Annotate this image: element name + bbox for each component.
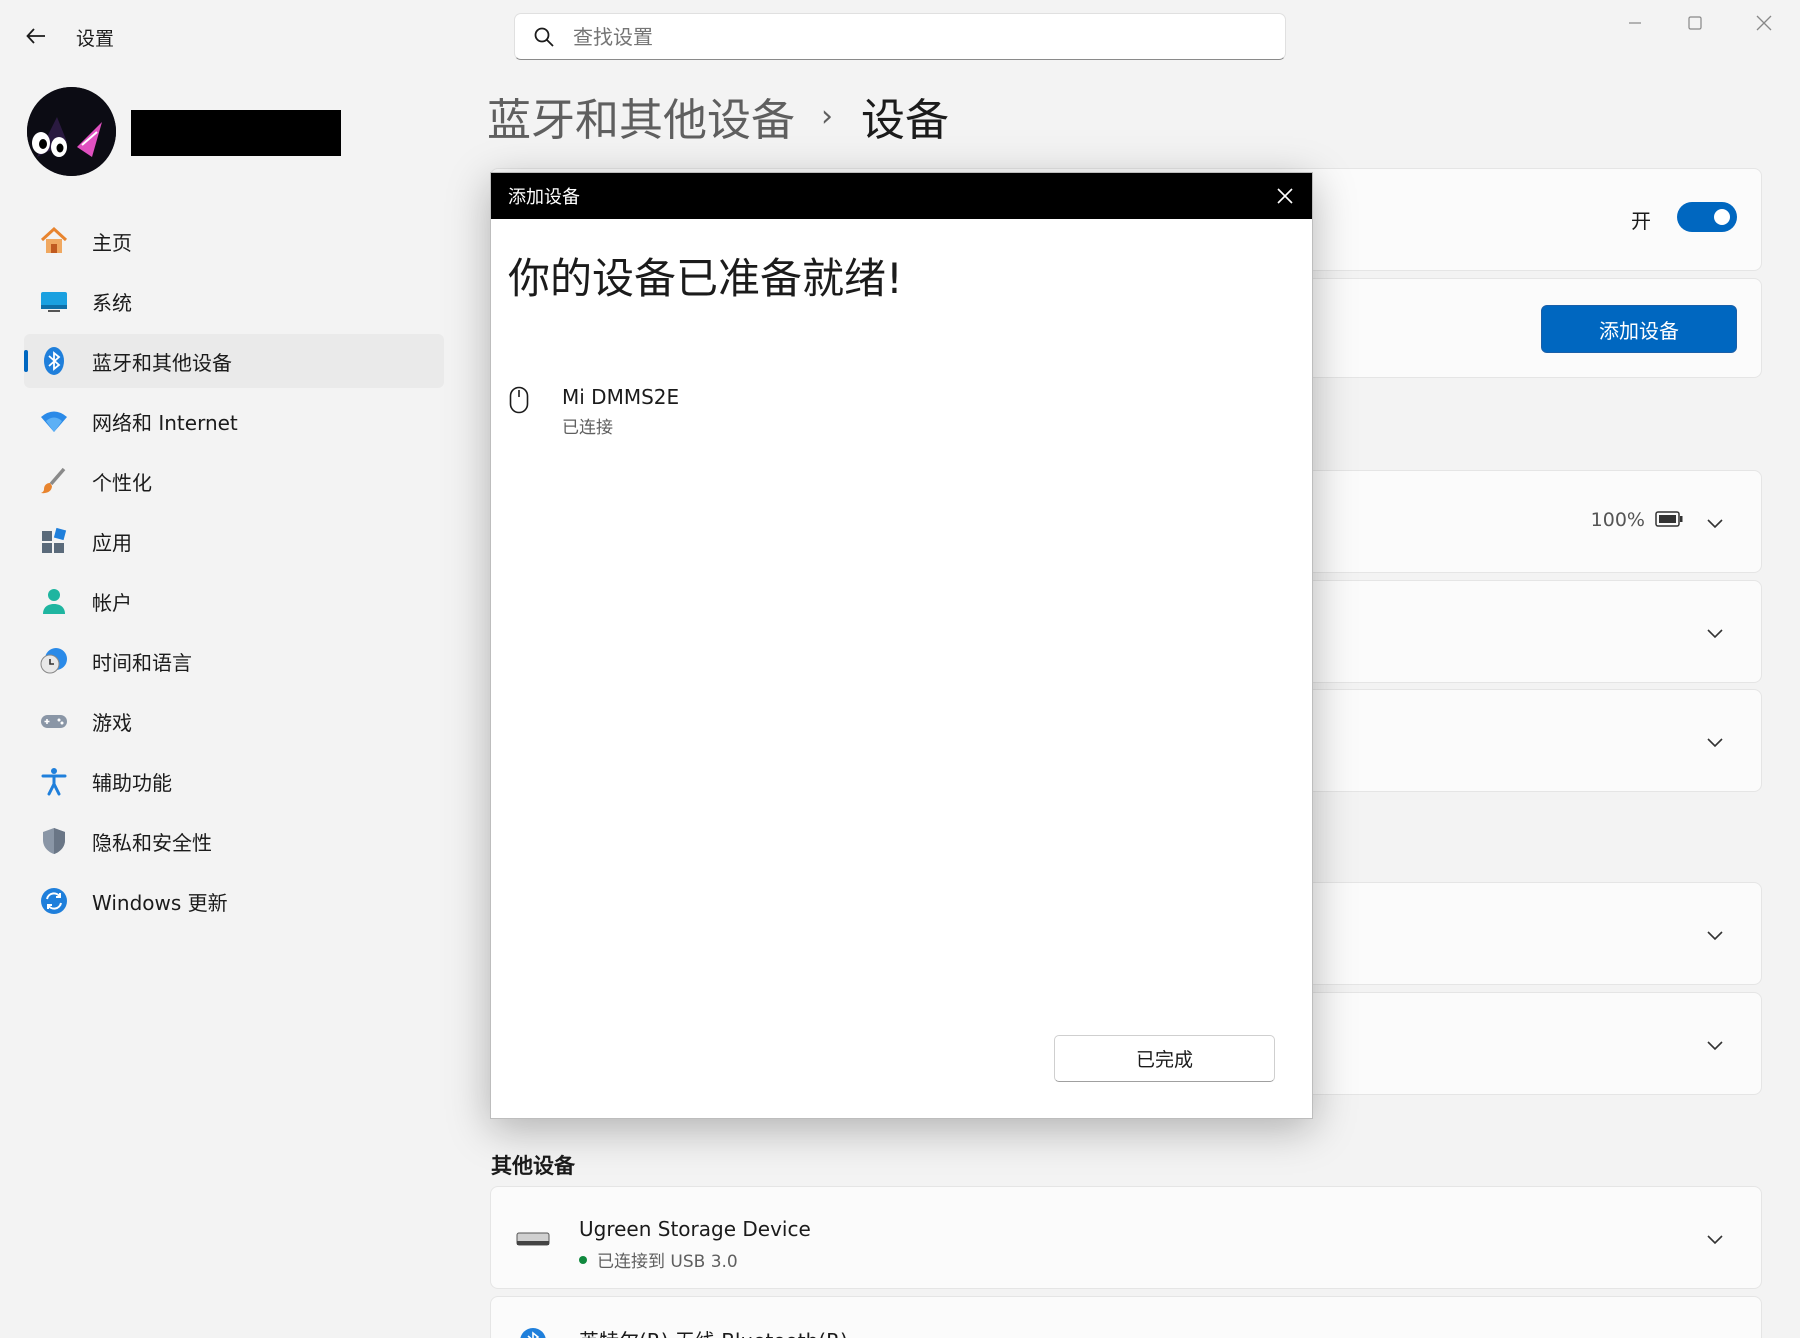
sidebar-item-label: 隐私和安全性 — [92, 830, 212, 855]
sidebar-item-label: 系统 — [92, 290, 132, 315]
gamepad-icon — [38, 705, 70, 737]
device-card-ugreen-storage[interactable]: Ugreen Storage Device 已连接到 USB 3.0 — [490, 1186, 1762, 1289]
sidebar-item-label: Windows 更新 — [92, 890, 228, 915]
dialog-title: 添加设备 — [508, 187, 580, 208]
chevron-down-icon[interactable] — [1705, 925, 1725, 945]
avatar[interactable] — [27, 87, 116, 176]
apps-icon — [38, 525, 70, 557]
sidebar-item-accounts[interactable]: 帐户 — [24, 574, 444, 628]
app-title: 设置 — [76, 28, 115, 50]
sidebar-item-apps[interactable]: 应用 — [24, 514, 444, 568]
system-icon — [38, 285, 70, 317]
account-icon — [38, 585, 70, 617]
sidebar-item-windows-update[interactable]: Windows 更新 — [24, 874, 444, 928]
device-card-intel-bluetooth[interactable]: 英特尔(R) 无线 Bluetooth(R) — [490, 1296, 1762, 1338]
sidebar-item-system[interactable]: 系统 — [24, 274, 444, 328]
sidebar-item-label: 个性化 — [92, 470, 152, 495]
shield-icon — [38, 825, 70, 857]
add-device-button[interactable]: 添加设备 — [1541, 305, 1737, 353]
breadcrumb: 蓝牙和其他设备 › 设备 — [487, 84, 949, 148]
minimize-icon — [1629, 22, 1641, 24]
wifi-icon — [38, 405, 70, 437]
home-icon — [38, 225, 70, 257]
back-arrow-icon — [26, 28, 45, 44]
update-icon — [38, 885, 70, 917]
mouse-icon — [509, 386, 529, 414]
minimize-button[interactable] — [1605, 8, 1665, 38]
dialog-heading: 你的设备已准备就绪! — [508, 254, 903, 303]
sidebar-item-label: 时间和语言 — [92, 650, 192, 675]
bluetooth-toggle[interactable] — [1677, 202, 1737, 232]
accessibility-icon — [38, 765, 70, 797]
device-name: 英特尔(R) 无线 Bluetooth(R) — [579, 1325, 848, 1338]
sidebar-item-time-language[interactable]: 时间和语言 — [24, 634, 444, 688]
sidebar-item-label: 辅助功能 — [92, 770, 172, 795]
other-devices-heading: 其他设备 — [491, 1154, 575, 1178]
close-window-button[interactable] — [1734, 8, 1794, 38]
device-name: Ugreen Storage Device — [579, 1217, 811, 1241]
search-input[interactable] — [573, 24, 1173, 49]
device-status: 已连接到 USB 3.0 — [579, 1247, 738, 1272]
device-status-text: 已连接到 USB 3.0 — [597, 1252, 738, 1272]
chevron-down-icon[interactable] — [1705, 1035, 1725, 1055]
page-title: 设备 — [861, 95, 949, 146]
dialog-titlebar: 添加设备 — [491, 173, 1312, 219]
add-device-dialog: 添加设备 你的设备已准备就绪! Mi DMMS2E 已连接 已完成 — [490, 172, 1313, 1119]
sidebar-item-accessibility[interactable]: 辅助功能 — [24, 754, 444, 808]
avatar-image — [27, 87, 116, 176]
sidebar-item-label: 游戏 — [92, 710, 132, 735]
sidebar-nav: 主页 系统 蓝牙和其他设备 网络和 Internet 个性化 应用 帐户 时间和… — [24, 214, 444, 934]
sidebar-item-bluetooth[interactable]: 蓝牙和其他设备 — [24, 334, 444, 388]
sidebar-item-gaming[interactable]: 游戏 — [24, 694, 444, 748]
back-button[interactable] — [22, 22, 50, 50]
user-name-redacted — [131, 110, 341, 156]
breadcrumb-parent[interactable]: 蓝牙和其他设备 — [487, 84, 795, 148]
search-box[interactable] — [514, 13, 1286, 60]
time-language-icon — [38, 645, 70, 677]
sidebar-item-privacy[interactable]: 隐私和安全性 — [24, 814, 444, 868]
chevron-down-icon[interactable] — [1705, 623, 1725, 643]
connected-status-dot — [579, 1255, 587, 1264]
sidebar-item-label: 蓝牙和其他设备 — [92, 350, 232, 375]
sidebar-item-personalization[interactable]: 个性化 — [24, 454, 444, 508]
chevron-down-icon[interactable] — [1705, 732, 1725, 752]
sidebar-item-label: 主页 — [92, 230, 132, 255]
paired-device-status: 已连接 — [562, 418, 613, 438]
close-icon — [1756, 15, 1772, 31]
battery-icon — [1655, 511, 1683, 527]
sidebar-item-home[interactable]: 主页 — [24, 214, 444, 268]
sidebar-item-label: 帐户 — [92, 590, 132, 615]
maximize-button[interactable] — [1665, 8, 1725, 38]
battery-level: 100% — [1590, 509, 1645, 531]
chevron-down-icon[interactable] — [1705, 1229, 1725, 1249]
search-icon — [534, 27, 554, 47]
done-button[interactable]: 已完成 — [1054, 1035, 1275, 1082]
maximize-icon — [1688, 16, 1702, 30]
chevron-down-icon[interactable] — [1705, 513, 1725, 533]
sidebar-item-label: 应用 — [92, 530, 132, 555]
sidebar-item-label: 网络和 Internet — [92, 410, 238, 435]
dialog-close-icon[interactable] — [1274, 185, 1296, 207]
bluetooth-device-icon — [520, 1328, 546, 1338]
toggle-state-label: 开 — [1631, 209, 1651, 233]
brush-icon — [38, 465, 70, 497]
breadcrumb-separator: › — [821, 98, 833, 134]
sidebar-item-network[interactable]: 网络和 Internet — [24, 394, 444, 448]
bluetooth-icon — [38, 345, 70, 377]
storage-drive-icon — [516, 1232, 550, 1246]
paired-device-name: Mi DMMS2E — [562, 385, 680, 409]
